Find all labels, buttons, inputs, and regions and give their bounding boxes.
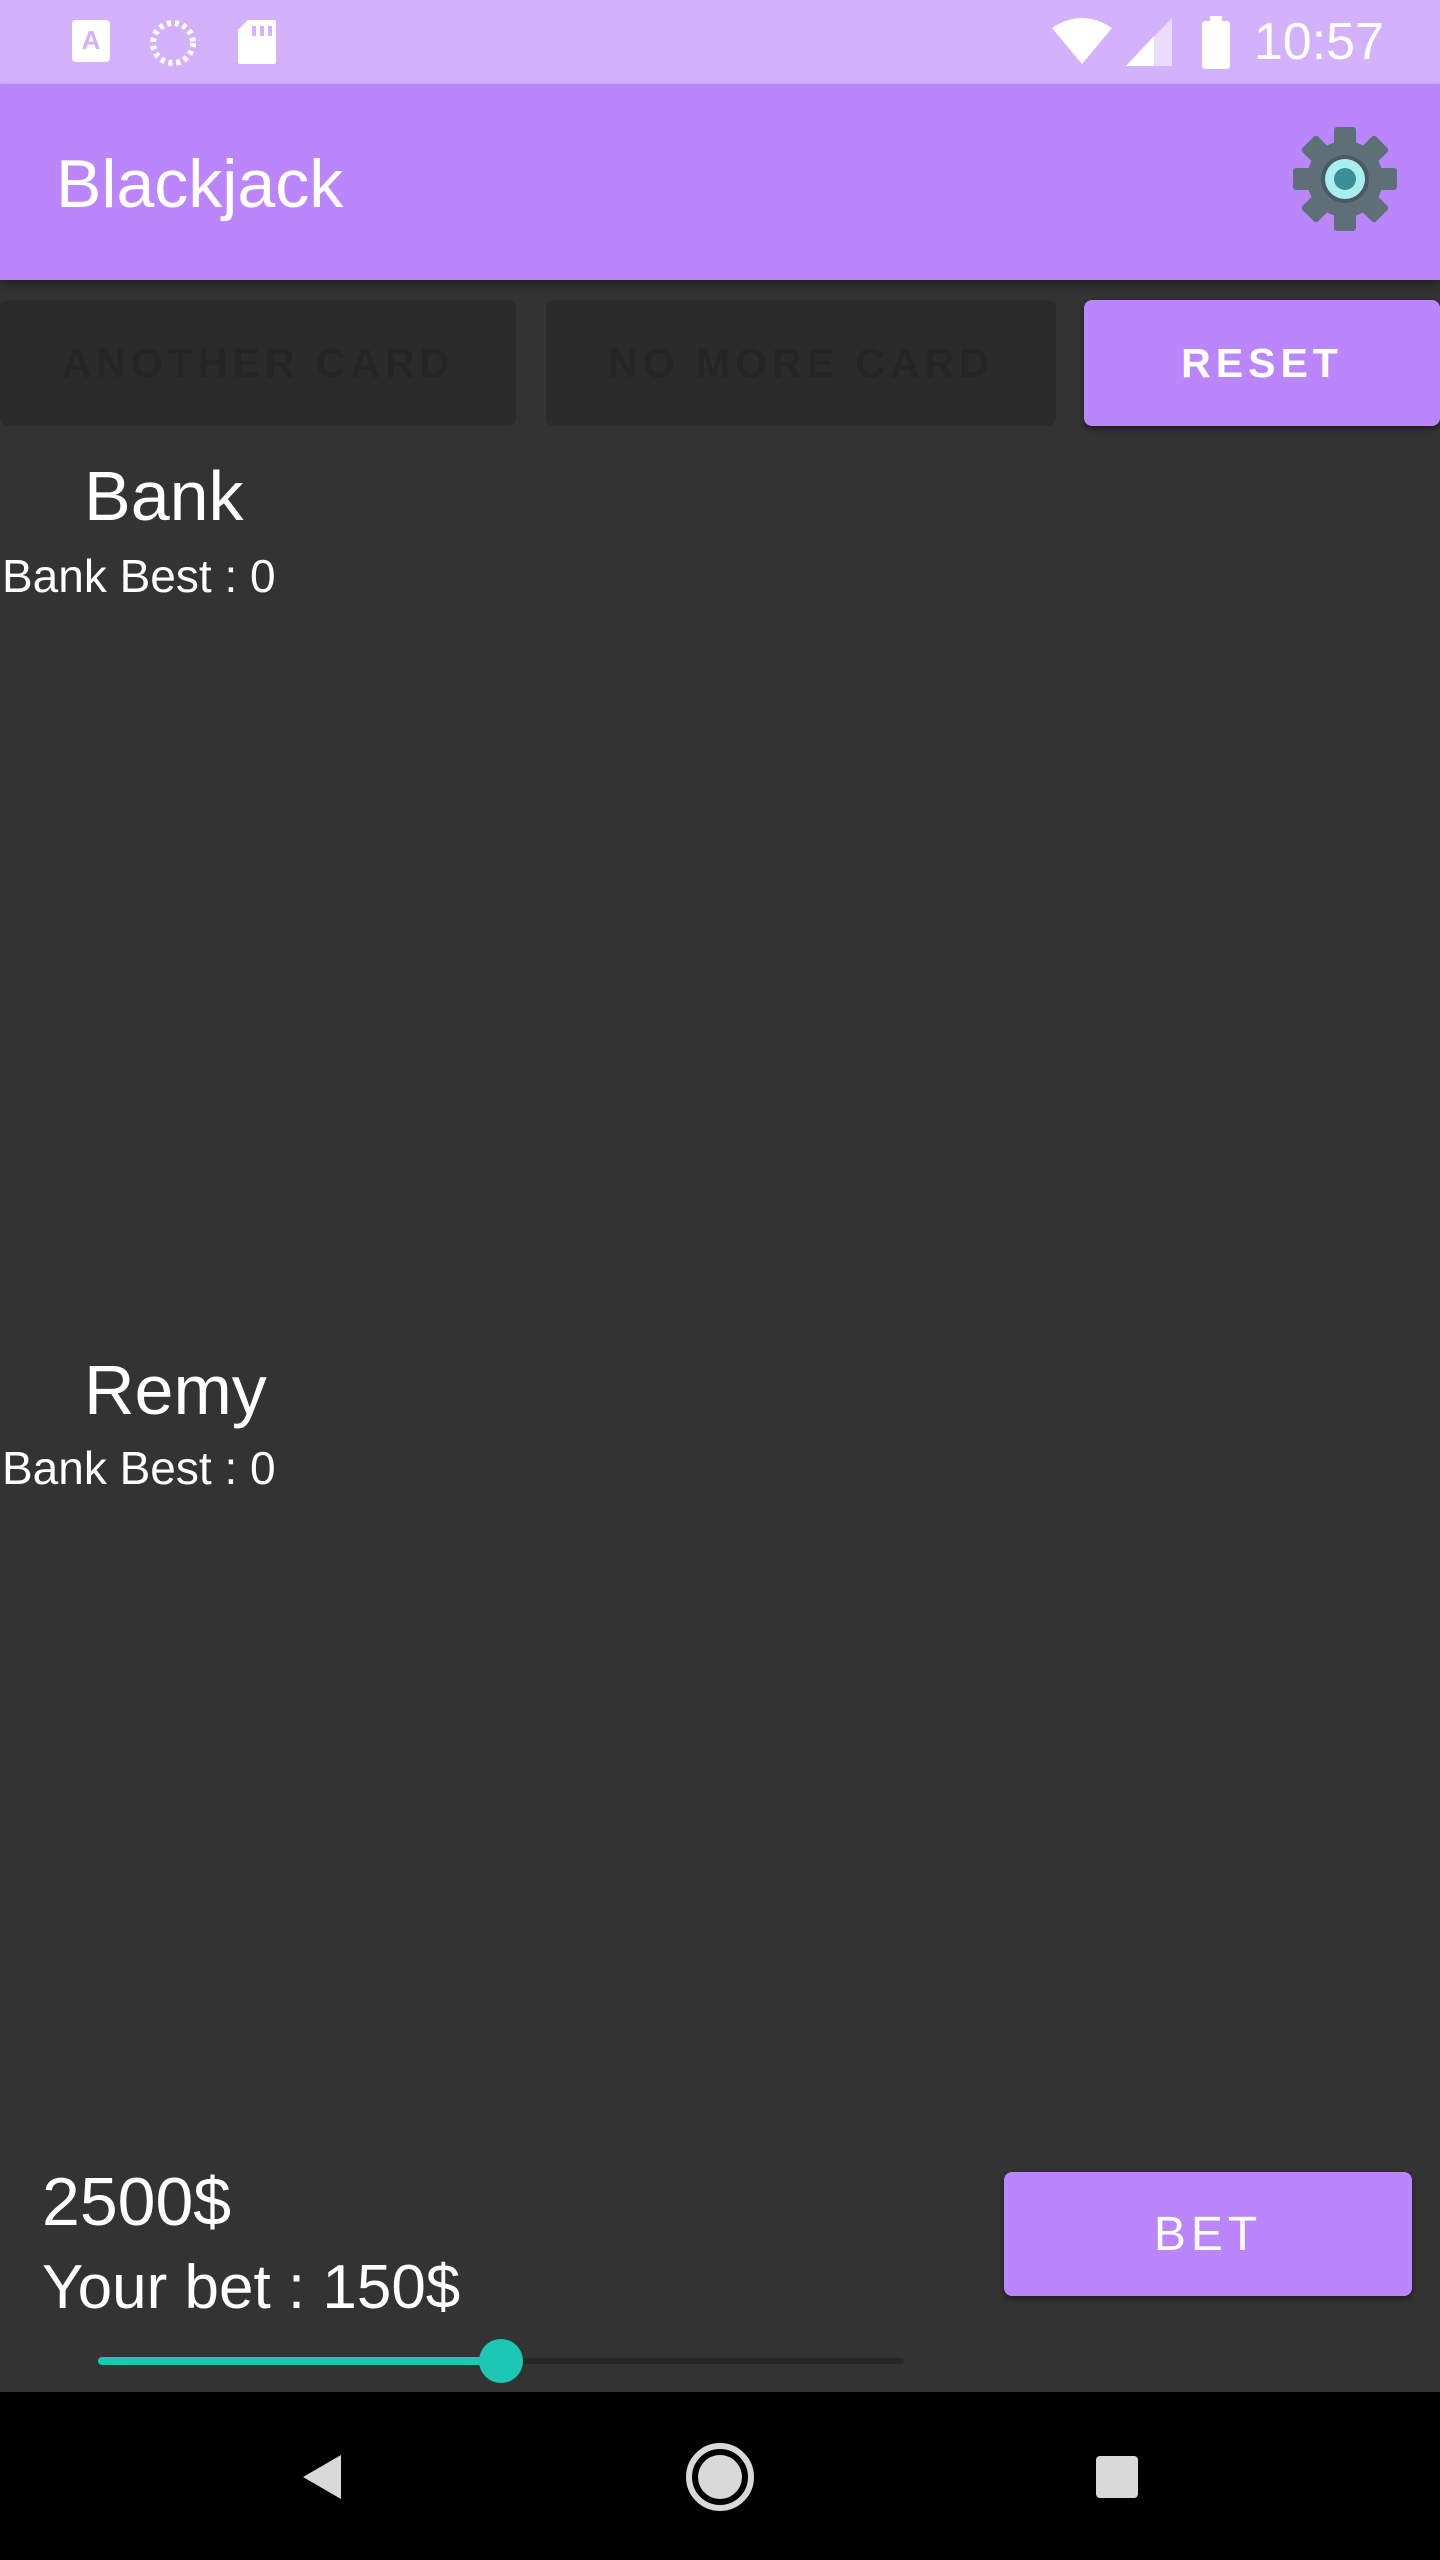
your-bet-label: Your bet : 150$: [42, 2253, 461, 2322]
bet-slider[interactable]: [98, 2336, 904, 2384]
svg-text:A: A: [82, 25, 101, 55]
back-icon: [303, 2455, 341, 2499]
sd-card-icon: [236, 18, 278, 71]
recents-button[interactable]: [1072, 2432, 1162, 2522]
another-card-button[interactable]: ANOTHER CARD: [0, 300, 516, 426]
bet-slider-fill: [98, 2357, 501, 2365]
bet-button[interactable]: BET: [1004, 2172, 1412, 2296]
app-bar: Blackjack: [0, 84, 1440, 280]
font-notification-icon: A: [70, 18, 112, 69]
player-best-label: Bank Best : 0: [2, 1442, 276, 1494]
status-time: 10:57: [1253, 13, 1384, 71]
status-bar: A 10:57: [0, 0, 1440, 84]
recents-icon: [1096, 2456, 1138, 2498]
bank-title: Bank: [84, 457, 244, 535]
reset-label: RESET: [1181, 339, 1343, 386]
player-name: Remy: [84, 1351, 267, 1429]
bet-label: BET: [1153, 2207, 1263, 2261]
navigation-bar: [0, 2392, 1440, 2560]
bank-best-label: Bank Best : 0: [2, 550, 276, 602]
settings-icon: [1293, 127, 1397, 231]
app-title: Blackjack: [56, 146, 344, 222]
reset-button[interactable]: RESET: [1084, 300, 1440, 426]
sync-icon: [148, 18, 198, 73]
battery-icon: [1200, 16, 1232, 75]
bet-slider-thumb[interactable]: [479, 2339, 523, 2383]
wifi-icon: [1050, 14, 1114, 71]
back-button[interactable]: [276, 2432, 366, 2522]
signal-icon: [1124, 16, 1174, 73]
home-button[interactable]: [675, 2432, 765, 2522]
settings-button[interactable]: [1290, 124, 1400, 234]
another-card-label: ANOTHER CARD: [61, 339, 455, 386]
no-more-card-label: NO MORE CARD: [608, 339, 994, 386]
no-more-card-button[interactable]: NO MORE CARD: [546, 300, 1056, 426]
home-icon: [686, 2443, 754, 2511]
balance-label: 2500$: [42, 2164, 232, 2240]
